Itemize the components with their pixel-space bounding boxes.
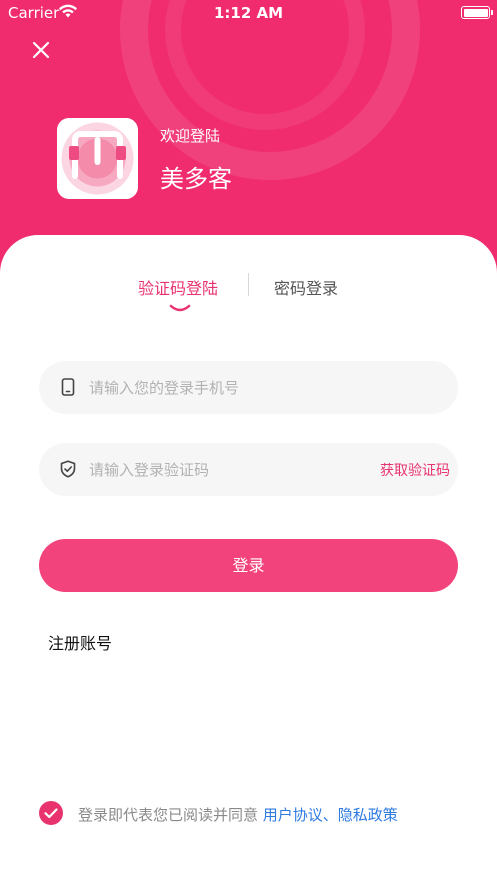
- agreement-text: 登录即代表您已阅读并同意 用户协议、隐私政策: [78, 804, 398, 825]
- clock: 1:12 AM: [213, 4, 284, 22]
- code-field[interactable]: 获取验证码: [39, 443, 458, 496]
- tab-divider: [248, 273, 249, 296]
- shield-icon: [60, 460, 76, 478]
- register-link[interactable]: 注册账号: [48, 630, 112, 654]
- active-tab-indicator: [169, 304, 191, 312]
- phone-icon: [61, 378, 75, 396]
- status-bar: Carrier 1:12 AM: [0, 0, 497, 26]
- app-logo-icon: [61, 122, 134, 195]
- tab-password-login[interactable]: 密码登录: [274, 275, 338, 299]
- agreement-checkbox[interactable]: [39, 801, 63, 825]
- app-name: 美多客: [160, 165, 232, 193]
- phone-field[interactable]: [39, 361, 458, 414]
- code-input[interactable]: [89, 443, 389, 496]
- battery-icon: [461, 6, 493, 19]
- login-button[interactable]: 登录: [39, 539, 458, 592]
- phone-input[interactable]: [89, 361, 389, 414]
- welcome-text: 欢迎登陆: [160, 127, 221, 145]
- app-logo: [57, 118, 138, 199]
- agreement-links[interactable]: 用户协议、隐私政策: [263, 806, 398, 824]
- tab-sms-login[interactable]: 验证码登陆: [138, 275, 218, 299]
- close-icon[interactable]: [30, 39, 52, 61]
- agreement-statement: 登录即代表您已阅读并同意: [78, 806, 263, 824]
- get-code-button[interactable]: 获取验证码: [380, 460, 450, 480]
